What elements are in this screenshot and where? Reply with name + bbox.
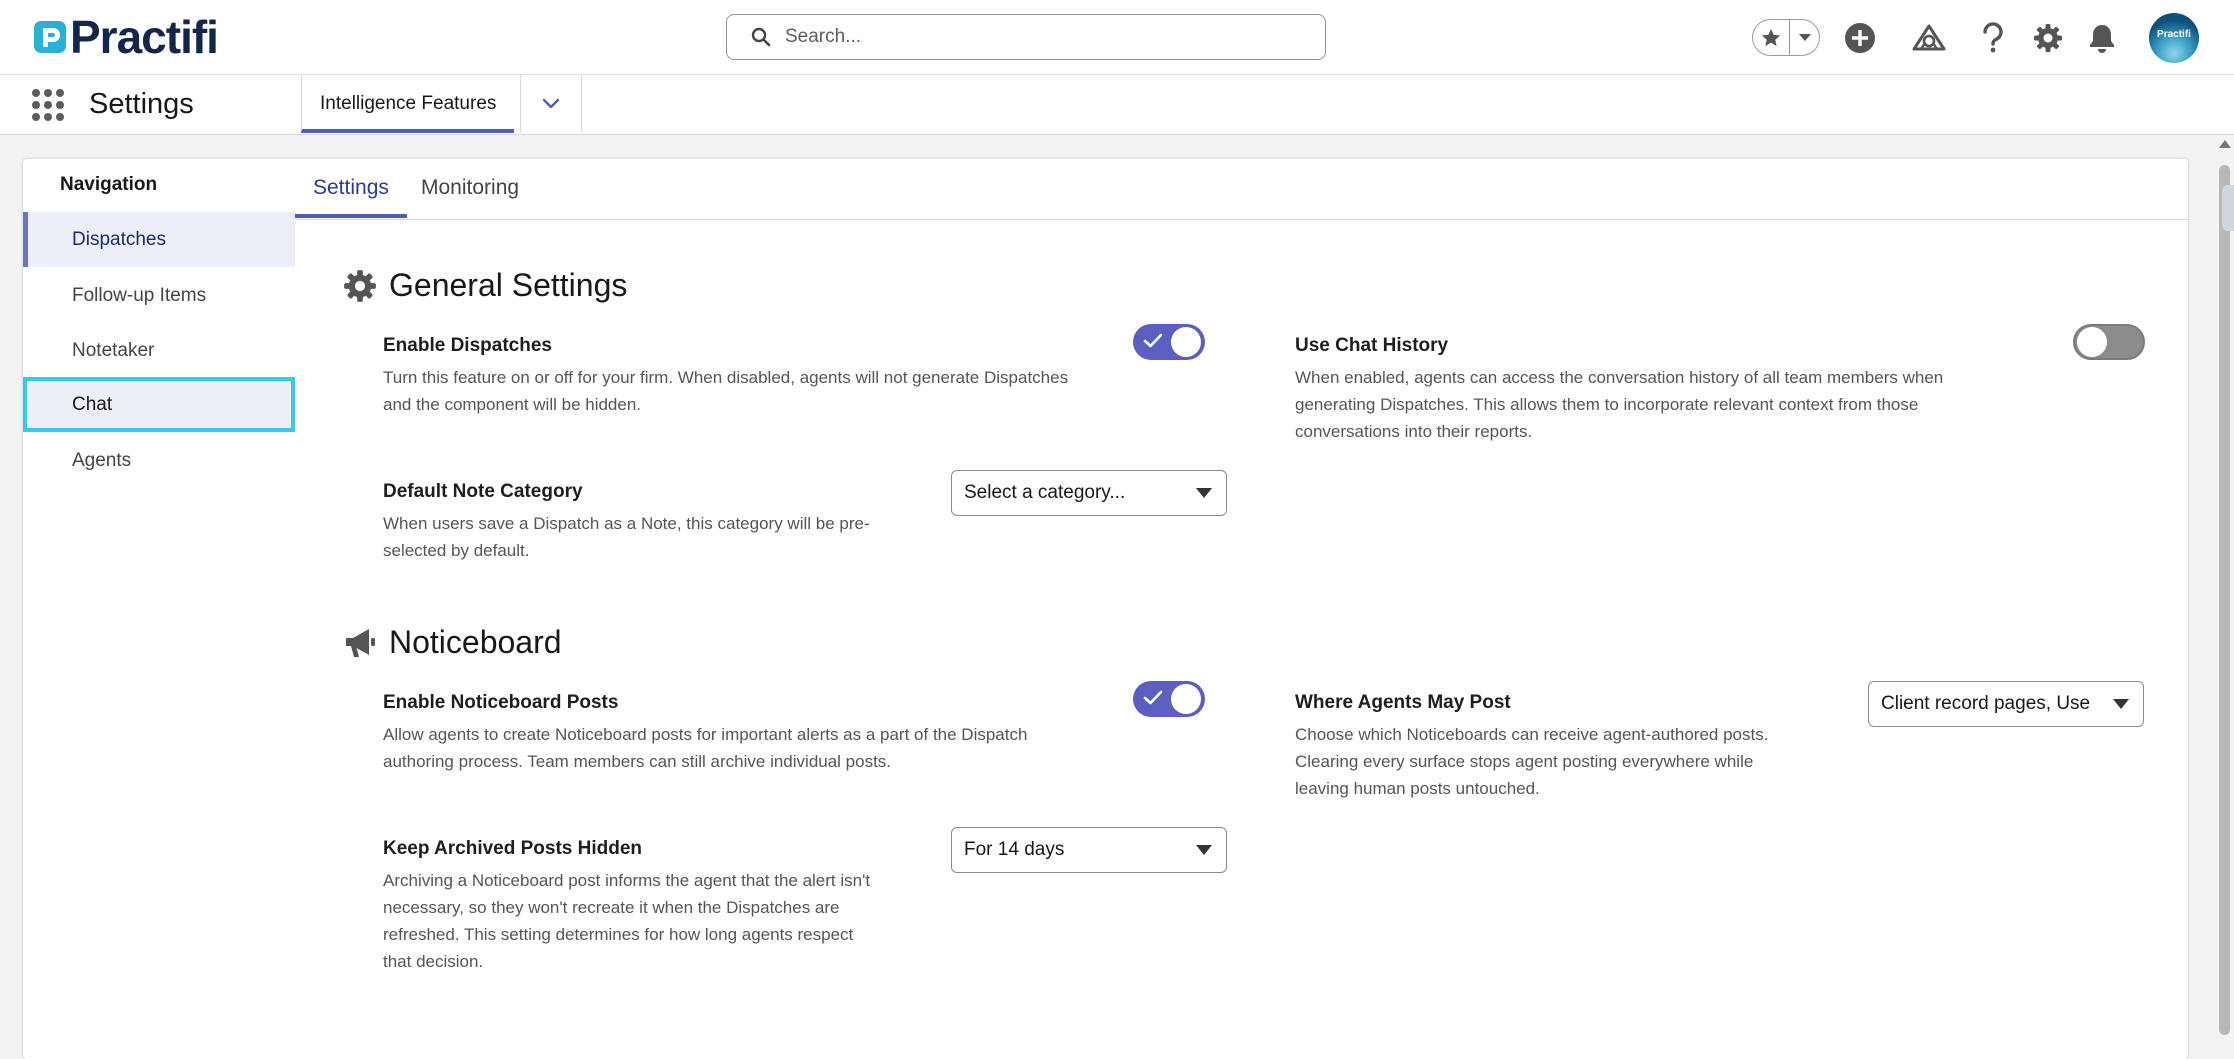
scrollbar-thumb[interactable] — [2219, 165, 2230, 1035]
navigation-title: Navigation — [60, 174, 158, 195]
settings-navigation: Navigation Dispatches Follow-up Items No… — [23, 159, 295, 1059]
use-chat-history-description: When enabled, agents can access the conv… — [1295, 368, 1944, 441]
checkmark-icon — [1143, 333, 1163, 348]
scroll-up-arrow-icon[interactable] — [2219, 140, 2231, 148]
general-settings-heading: General Settings — [343, 267, 627, 304]
app-name: Settings — [89, 88, 194, 120]
enable-dispatches-toggle[interactable] — [1133, 324, 1205, 360]
setup-gear-icon — [2034, 24, 2062, 52]
caret-down-icon — [1196, 845, 1212, 855]
trailhead-button[interactable] — [1911, 20, 1947, 56]
where-agents-may-post-value: Client record pages, Use — [1881, 693, 2091, 714]
global-actions-button[interactable] — [1842, 20, 1878, 56]
toggle-knob — [1171, 327, 1201, 357]
nav-tab-intelligence-features[interactable]: Intelligence Features — [301, 75, 515, 133]
settings-content: Settings Monitoring General Settings Ena… — [295, 159, 2188, 1059]
user-avatar[interactable]: Practifi — [2149, 13, 2199, 63]
notifications-button[interactable] — [2084, 20, 2120, 56]
where-agents-may-post-label: Where Agents May Post — [1295, 692, 1511, 713]
caret-down-icon — [2113, 699, 2129, 709]
tab-settings[interactable]: Settings — [295, 159, 407, 218]
content-tabs: Settings Monitoring — [295, 159, 2188, 220]
nav-item-chat[interactable]: Chat — [23, 377, 295, 432]
use-chat-history-label: Use Chat History — [1295, 335, 1449, 356]
app-launcher-icon[interactable] — [32, 89, 64, 121]
practifi-logo[interactable]: Practifi — [32, 11, 219, 63]
use-chat-history-toggle[interactable] — [2073, 324, 2145, 360]
noticeboard-heading: Noticeboard — [343, 624, 562, 661]
default-note-category-description: When users save a Dispatch as a Note, th… — [383, 514, 870, 560]
app-navigation-bar: Settings Intelligence Features — [0, 75, 2234, 135]
setup-button[interactable] — [2030, 20, 2066, 56]
enable-noticeboard-posts-label: Enable Noticeboard Posts — [383, 692, 619, 713]
toggle-knob — [1171, 684, 1201, 714]
default-note-category-select[interactable]: Select a category... — [951, 470, 1227, 516]
keep-archived-posts-hidden-select[interactable]: For 14 days — [951, 827, 1227, 873]
search-input[interactable] — [783, 25, 1307, 49]
notifications-bell-icon — [2090, 25, 2114, 53]
enable-noticeboard-posts-description: Allow agents to create Noticeboard posts… — [383, 725, 1028, 771]
search-icon — [751, 27, 771, 47]
favorites-dropdown-icon — [1798, 33, 1811, 41]
favorites-menu-button[interactable] — [1790, 20, 1819, 55]
megaphone-icon — [343, 626, 377, 660]
nav-item-follow-up-items[interactable]: Follow-up Items — [23, 268, 295, 323]
side-panel-handle[interactable] — [2222, 185, 2234, 231]
trailhead-icon — [1912, 24, 1946, 51]
gear-icon — [343, 269, 377, 303]
global-header: Practifi Search... Practifi — [0, 0, 2234, 75]
keep-archived-posts-hidden-value: For 14 days — [964, 839, 1065, 860]
caret-down-icon — [1196, 488, 1212, 498]
nav-item-notetaker[interactable]: Notetaker — [23, 323, 295, 378]
add-icon — [1845, 23, 1875, 53]
default-note-category-value: Select a category... — [964, 482, 1126, 503]
practifi-logo-icon — [34, 21, 66, 53]
favorites-star-icon — [1761, 28, 1781, 46]
global-search[interactable] — [726, 14, 1326, 60]
keep-archived-posts-hidden-label: Keep Archived Posts Hidden — [383, 838, 643, 859]
where-agents-may-post-description: Choose which Noticeboards can receive ag… — [1295, 725, 1769, 798]
enable-dispatches-label: Enable Dispatches — [383, 335, 552, 356]
toggle-knob — [2077, 327, 2107, 357]
general-settings-title: General Settings — [389, 267, 628, 303]
chevron-down-icon — [542, 98, 560, 109]
settings-card: Navigation Dispatches Follow-up Items No… — [23, 159, 2188, 1059]
page-scrollbar[interactable] — [2215, 135, 2234, 1035]
nav-tab-menu-button[interactable] — [520, 75, 582, 133]
keep-archived-posts-hidden-description: Archiving a Noticeboard post informs the… — [383, 871, 871, 971]
enable-noticeboard-posts-toggle[interactable] — [1133, 681, 1205, 717]
help-button[interactable] — [1975, 20, 2011, 56]
help-icon — [1983, 22, 2003, 53]
enable-dispatches-description: Turn this feature on or off for your fir… — [383, 368, 1069, 414]
checkmark-icon — [1143, 690, 1163, 705]
nav-item-dispatches[interactable]: Dispatches — [23, 212, 295, 267]
tab-monitoring[interactable]: Monitoring — [403, 159, 537, 218]
default-note-category-label: Default Note Category — [383, 481, 583, 502]
brand-name: Practifi — [70, 11, 219, 63]
avatar-label: Practifi — [2157, 28, 2191, 40]
favorites-group — [1752, 19, 1820, 56]
nav-item-agents[interactable]: Agents — [23, 433, 295, 488]
favorites-button[interactable] — [1753, 20, 1790, 55]
noticeboard-title: Noticeboard — [389, 624, 562, 660]
where-agents-may-post-select[interactable]: Client record pages, Use — [1868, 681, 2144, 727]
